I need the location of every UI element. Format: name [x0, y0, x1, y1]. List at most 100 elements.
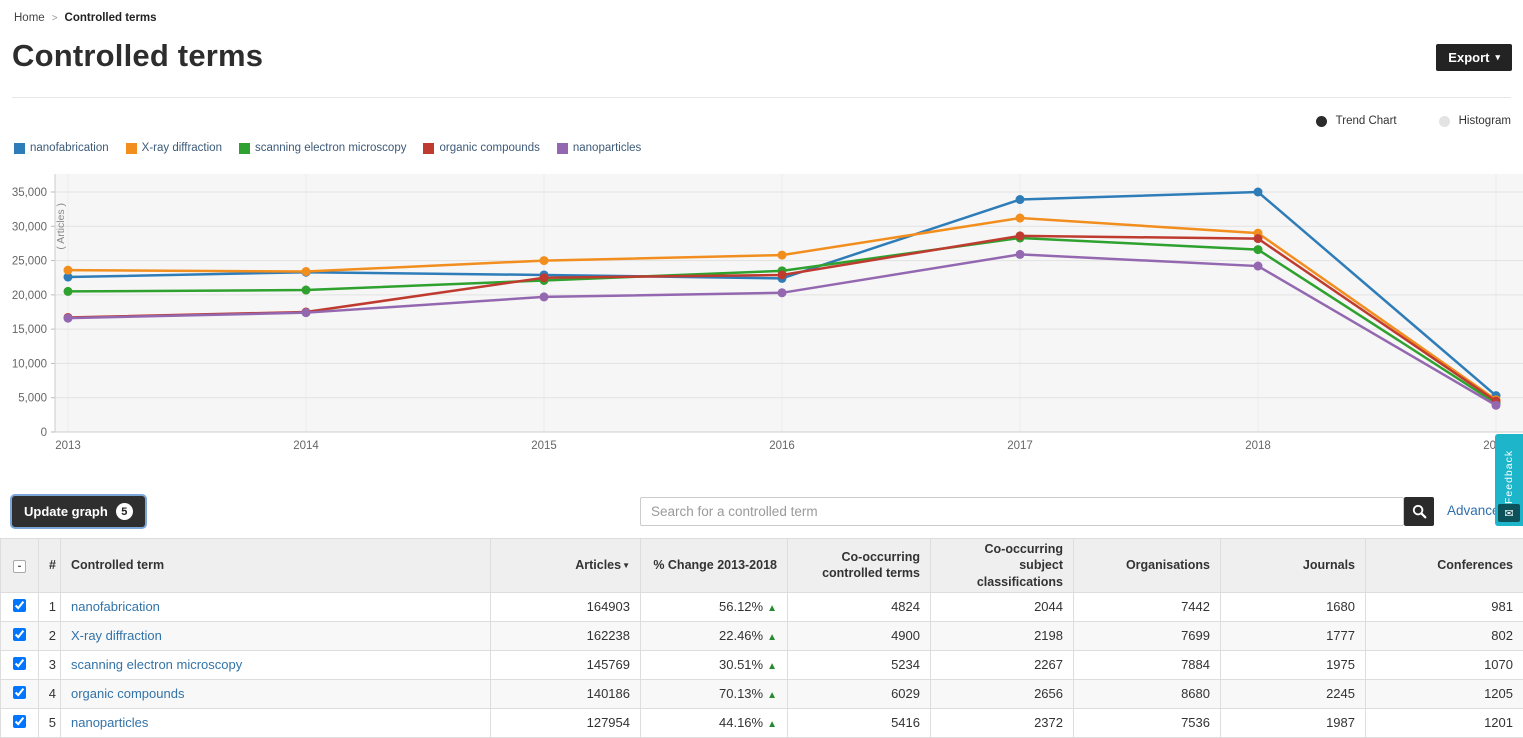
row-select-cell [1, 679, 39, 708]
x-tick-label: 2018 [1245, 440, 1271, 452]
percent-change: 44.16% ▲ [641, 708, 788, 737]
header-journals: Journals [1221, 539, 1366, 593]
row-checkbox[interactable] [13, 628, 26, 641]
y-axis-title: ( Articles ) [55, 203, 67, 250]
title-divider [12, 97, 1511, 98]
data-point [1254, 234, 1263, 243]
articles-count: 162238 [491, 621, 641, 650]
conferences-count: 1205 [1366, 679, 1523, 708]
term-link[interactable]: nanoparticles [71, 715, 148, 730]
controlled-term-cell: X-ray diffraction [61, 621, 491, 650]
co-occurring-terms-count: 6029 [788, 679, 931, 708]
journals-count: 1680 [1221, 592, 1366, 621]
header-conferences: Conferences [1366, 539, 1523, 593]
organisations-count: 7699 [1074, 621, 1221, 650]
data-point [540, 256, 549, 265]
journals-count: 1777 [1221, 621, 1366, 650]
co-occurring-subjects-count: 2656 [931, 679, 1074, 708]
legend-swatch-icon [423, 143, 434, 154]
legend-item[interactable]: organic compounds [423, 142, 539, 154]
legend-label: nanofabrication [30, 142, 109, 154]
search-button[interactable] [1404, 497, 1434, 526]
export-button[interactable]: Export ▾ [1436, 44, 1512, 71]
articles-count: 127954 [491, 708, 641, 737]
data-point [1016, 250, 1025, 259]
legend-swatch-icon [239, 143, 250, 154]
conferences-count: 981 [1366, 592, 1523, 621]
legend-swatch-icon [14, 143, 25, 154]
trend-up-icon: ▲ [767, 603, 777, 614]
trend-chart[interactable]: 05,00010,00015,00020,00025,00030,00035,0… [0, 162, 1523, 457]
percent-change-value: 56.12% [719, 599, 763, 614]
breadcrumb: Home>Controlled terms [14, 12, 157, 24]
y-tick-label: 5,000 [18, 393, 47, 405]
legend-item[interactable]: nanoparticles [557, 142, 641, 154]
percent-change-value: 70.13% [719, 686, 763, 701]
table-row: 2X-ray diffraction16223822.46%▲490021987… [1, 621, 1523, 650]
term-link[interactable]: scanning electron microscopy [71, 657, 242, 672]
trend-up-icon: ▲ [767, 661, 777, 672]
radio-unselected-icon [1439, 116, 1450, 127]
data-point [778, 288, 787, 297]
header-row-number: # [39, 539, 61, 593]
data-point [540, 273, 549, 282]
sort-desc-icon: ▼ [622, 561, 630, 570]
radio-histogram[interactable]: Histogram [1439, 115, 1511, 127]
journals-count: 2245 [1221, 679, 1366, 708]
percent-change-value: 44.16% [719, 715, 763, 730]
update-graph-badge: 5 [116, 503, 133, 520]
header-articles[interactable]: Articles▼ [491, 539, 641, 593]
feedback-tab[interactable]: Feedback ✉ [1495, 434, 1523, 526]
journals-count: 1975 [1221, 650, 1366, 679]
row-checkbox[interactable] [13, 599, 26, 612]
legend-item[interactable]: scanning electron microscopy [239, 142, 407, 154]
table-header-row: - # Controlled term Articles▼ % Change 2… [1, 539, 1523, 593]
organisations-count: 8680 [1074, 679, 1221, 708]
row-select-cell [1, 592, 39, 621]
term-link[interactable]: X-ray diffraction [71, 628, 162, 643]
organisations-count: 7884 [1074, 650, 1221, 679]
y-tick-label: 0 [41, 427, 47, 439]
conferences-count: 1070 [1366, 650, 1523, 679]
trend-up-icon: ▲ [767, 719, 777, 730]
export-button-label: Export [1448, 50, 1489, 65]
row-checkbox[interactable] [13, 686, 26, 699]
data-point [64, 314, 73, 323]
page-title: Controlled terms [12, 38, 263, 74]
conferences-count: 802 [1366, 621, 1523, 650]
percent-change: 56.12% ▲ [641, 592, 788, 621]
table-row: 3scanning electron microscopy14576930.51… [1, 650, 1523, 679]
row-number: 2 [39, 621, 61, 650]
radio-trend-chart-label: Trend Chart [1336, 115, 1397, 127]
legend-swatch-icon [557, 143, 568, 154]
y-tick-label: 20,000 [12, 290, 47, 302]
legend-label: scanning electron microscopy [255, 142, 407, 154]
update-graph-button[interactable]: Update graph 5 [12, 496, 145, 527]
breadcrumb-current: Controlled terms [65, 12, 157, 24]
organisations-count: 7536 [1074, 708, 1221, 737]
data-point [64, 287, 73, 296]
row-checkbox[interactable] [13, 657, 26, 670]
data-point [302, 267, 311, 276]
header-co-occurring-subjects: Co-occurring subject classifications [931, 539, 1074, 593]
search-input[interactable] [640, 497, 1404, 526]
breadcrumb-home-link[interactable]: Home [14, 12, 45, 24]
select-all-checkbox[interactable]: - [13, 560, 26, 573]
co-occurring-terms-count: 4824 [788, 592, 931, 621]
row-select-cell [1, 621, 39, 650]
term-link[interactable]: organic compounds [71, 686, 184, 701]
legend-item[interactable]: X-ray diffraction [126, 142, 222, 154]
radio-trend-chart[interactable]: Trend Chart [1316, 115, 1397, 127]
term-link[interactable]: nanofabrication [71, 599, 160, 614]
legend-swatch-icon [126, 143, 137, 154]
view-toggle: Trend Chart Histogram [1316, 115, 1511, 127]
co-occurring-subjects-count: 2267 [931, 650, 1074, 679]
journals-count: 1987 [1221, 708, 1366, 737]
controlled-term-cell: nanofabrication [61, 592, 491, 621]
co-occurring-subjects-count: 2044 [931, 592, 1074, 621]
chart-legend: nanofabrication X-ray diffraction scanning… [14, 142, 641, 154]
controlled-term-cell: organic compounds [61, 679, 491, 708]
co-occurring-subjects-count: 2372 [931, 708, 1074, 737]
legend-item[interactable]: nanofabrication [14, 142, 109, 154]
percent-change: 22.46%▲ [641, 621, 788, 650]
